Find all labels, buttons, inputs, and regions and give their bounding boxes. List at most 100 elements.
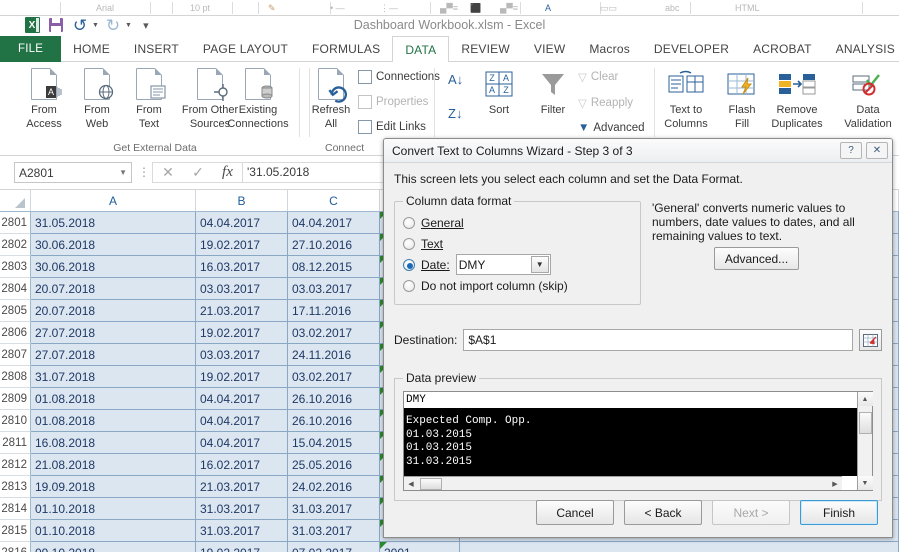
quick-access-toolbar[interactable]: X ↺ ▼ ↻ ▼ ▾ [22,14,156,36]
row-header[interactable]: 2807 [0,344,31,366]
column-header-c[interactable]: C [288,190,380,211]
tab-data[interactable]: DATA [392,36,450,63]
cell-c[interactable]: 03.02.2017 [288,322,380,344]
customize-quick-access-icon[interactable]: ▾ [136,16,156,34]
sort-asc-button[interactable]: A↓ [448,72,463,87]
tab-review[interactable]: REVIEW [449,36,522,62]
close-icon[interactable]: ✕ [866,142,888,159]
cell-a[interactable]: 31.05.2018 [31,212,196,234]
preview-horizontal-scrollbar[interactable]: ◀ ▶ [404,476,842,490]
row-header[interactable]: 2814 [0,498,31,520]
range-picker-icon[interactable] [859,329,882,351]
date-format-select[interactable]: DMY ▼ [455,254,551,275]
cancel-edit-icon[interactable]: ✕ [162,164,174,181]
name-box-caret-icon[interactable]: ▼ [119,168,127,177]
tab-analysis[interactable]: ANALYSIS [824,36,899,62]
row-header[interactable]: 2811 [0,432,31,454]
cell-a[interactable]: 30.06.2018 [31,256,196,278]
edit-links-button[interactable]: Edit Links [358,120,426,134]
cell-b[interactable]: 31.03.2017 [196,520,288,542]
cell-rest[interactable] [460,542,899,552]
tab-developer[interactable]: DEVELOPER [642,36,741,62]
undo-dropdown-caret[interactable]: ▼ [92,22,99,29]
radio-text-icon[interactable] [403,237,415,250]
cell-b[interactable]: 19.02.2017 [196,322,288,344]
formula-bar-buttons[interactable]: ✕ ✓ fx [152,162,242,183]
cell-b[interactable]: 19.02.2017 [196,542,288,552]
hscroll-thumb[interactable] [420,477,442,490]
row-header[interactable]: 2812 [0,454,31,476]
cell-b[interactable]: 16.02.2017 [196,454,288,476]
vscroll-thumb[interactable] [858,412,872,434]
data-preview-column-header[interactable]: DMY [404,392,857,409]
scroll-left-icon[interactable]: ◀ [404,477,418,490]
sort-desc-button[interactable]: Z↓ [448,106,462,121]
formula-bar-handle[interactable]: ⋮ [138,165,150,179]
cell-c[interactable]: 31.03.2017 [288,520,380,542]
advanced-button[interactable]: Advanced... [714,247,799,270]
cell-b[interactable]: 04.04.2017 [196,388,288,410]
row-header[interactable]: 2808 [0,366,31,388]
advanced-filter-button[interactable]: ▼ Advanced [578,122,645,134]
radio-general-icon[interactable] [403,216,415,229]
row-header[interactable]: 2803 [0,256,31,278]
cell-c[interactable]: 25.05.2016 [288,454,380,476]
radio-date-icon[interactable] [403,258,415,271]
filter-button[interactable]: Filter [524,66,582,116]
tab-home[interactable]: HOME [61,36,122,62]
destination-input[interactable]: $A$1 [463,329,853,351]
existing-connections-button[interactable]: Existing Connections [215,66,301,130]
radio-general[interactable]: General [403,212,632,233]
reapply-button[interactable]: ▽ Reapply [578,96,633,110]
cell-c[interactable]: 26.10.2016 [288,410,380,432]
redo-icon[interactable]: ↻ [103,16,123,34]
consolidate-button[interactable]: Con [893,66,899,116]
tab-page-layout[interactable]: PAGE LAYOUT [191,36,300,62]
chevron-down-icon[interactable]: ▼ [530,256,549,273]
cell-a[interactable]: 27.07.2018 [31,322,196,344]
row-header[interactable]: 2802 [0,234,31,256]
cell-a[interactable]: 20.07.2018 [31,300,196,322]
cell-b[interactable]: 19.02.2017 [196,234,288,256]
cell-b[interactable]: 03.03.2017 [196,278,288,300]
radio-text[interactable]: Text [403,233,632,254]
name-box[interactable]: A2801 ▼ [14,162,132,183]
connections-button[interactable]: Connections [358,70,440,84]
cancel-button[interactable]: Cancel [536,500,614,525]
tab-insert[interactable]: INSERT [122,36,191,62]
cell-c[interactable]: 07.02.2017 [288,542,380,552]
data-preview-panel[interactable]: DMY Expected Comp. Opp. 01.03.2015 01.03.2… [403,391,873,491]
cell-c[interactable]: 24.02.2016 [288,476,380,498]
cell-a[interactable]: 01.10.2018 [31,520,196,542]
cell-a[interactable]: 27.07.2018 [31,344,196,366]
column-header-b[interactable]: B [196,190,288,211]
row-header[interactable]: 2801 [0,212,31,234]
cell-c[interactable]: 24.11.2016 [288,344,380,366]
cell-a[interactable]: 30.06.2018 [31,234,196,256]
from-access-button[interactable]: A From Access [15,66,73,130]
cell-c[interactable]: 03.03.2017 [288,278,380,300]
tab-file[interactable]: FILE [0,36,62,62]
cell-c[interactable]: 26.10.2016 [288,388,380,410]
row-header[interactable]: 2815 [0,520,31,542]
cell-c[interactable]: 15.04.2015 [288,432,380,454]
data-validation-button[interactable]: Data Validation [837,66,899,130]
save-icon[interactable] [46,16,66,34]
cell-a[interactable]: 21.08.2018 [31,454,196,476]
refresh-all-button[interactable]: Refresh All [302,66,360,130]
cell-a[interactable]: 01.10.2018 [31,498,196,520]
from-web-button[interactable]: From Web [68,66,126,130]
cell-a[interactable]: 31.07.2018 [31,366,196,388]
row-header[interactable]: 2805 [0,300,31,322]
radio-skip-icon[interactable] [403,279,415,292]
tab-formulas[interactable]: FORMULAS [300,36,392,62]
row-header[interactable]: 2804 [0,278,31,300]
cell-c[interactable]: 03.02.2017 [288,366,380,388]
cell-a[interactable]: 19.09.2018 [31,476,196,498]
cell-b[interactable]: 04.04.2017 [196,410,288,432]
table-row[interactable]: 281609.10.201819.02.201707.02.20172001 [0,542,899,552]
column-header-a[interactable]: A [31,190,196,211]
cell-a[interactable]: 20.07.2018 [31,278,196,300]
cell-b[interactable]: 04.04.2017 [196,212,288,234]
row-header[interactable]: 2813 [0,476,31,498]
